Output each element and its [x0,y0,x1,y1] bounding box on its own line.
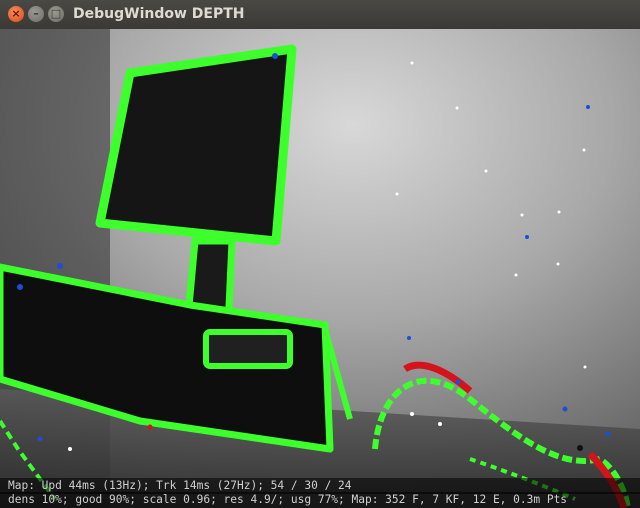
debug-window: × – □ DebugWindow DEPTH Map: Upd 44ms (1… [0,0,640,508]
close-icon: × [11,7,21,20]
minimize-icon: – [33,7,39,20]
depth-view [0,29,640,508]
monitor-screen [95,44,297,246]
status-line-map-stats: dens 10%; good 90%; scale 0.96; res 4.9/… [0,492,640,508]
maximize-icon: □ [50,7,62,20]
window-title: DebugWindow DEPTH [73,6,245,22]
minimize-button[interactable]: – [28,6,44,22]
drive-slot [203,329,293,369]
close-button[interactable]: × [8,6,24,22]
maximize-button[interactable]: □ [48,6,64,22]
title-bar[interactable]: × – □ DebugWindow DEPTH [0,0,640,30]
